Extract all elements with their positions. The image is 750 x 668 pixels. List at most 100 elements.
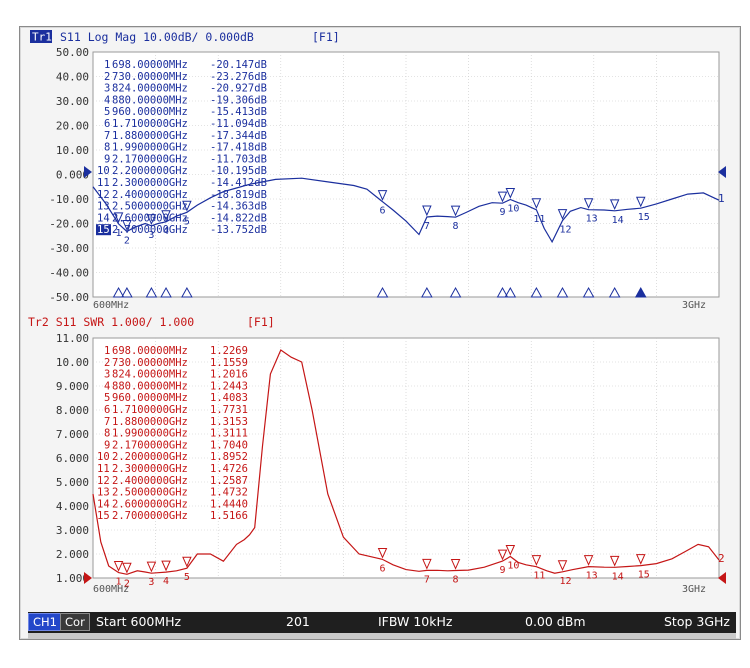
bottom-trace-tag: [F1] (247, 315, 275, 329)
sweep-points[interactable]: 201 (286, 614, 310, 629)
bot-marker-row-value: 1.3111 (210, 428, 248, 440)
bot-marker-row-value: 1.7731 (210, 404, 248, 416)
bot-marker-row-number[interactable]: 8 (104, 428, 110, 440)
top-marker-row-value: -17.418dB (210, 142, 267, 154)
correction-button[interactable]: Cor (60, 613, 90, 631)
bot-y-tick-label: 5.000 (56, 476, 89, 489)
bot-marker-row-number[interactable]: 6 (104, 404, 110, 416)
bot-marker-label-2: 2 (124, 578, 130, 589)
top-marker-label-9: 9 (500, 207, 506, 218)
tr1-badge[interactable]: Tr1 (32, 31, 52, 44)
bot-marker-row-number[interactable]: 1 (104, 345, 110, 357)
top-marker-row-number[interactable]: 4 (104, 94, 110, 106)
channel-button[interactable]: CH1 (28, 613, 62, 631)
bot-marker-label-14: 14 (612, 571, 624, 582)
top-marker-row-value: -17.344dB (210, 130, 267, 142)
top-marker-table: 1 698.00000MHz -20.147dB2 730.00000MHz -23.2… (96, 59, 267, 236)
if-bandwidth[interactable]: IFBW 10kHz (378, 614, 452, 629)
bot-marker-row-frequency: 2.4000000GHz (112, 475, 188, 487)
bottom-trace-title: Tr2 S11 SWR 1.000/ 1.000 (28, 315, 194, 329)
top-marker-row-number[interactable]: 1 (104, 59, 110, 71)
bot-marker-row-number[interactable]: 5 (104, 392, 110, 404)
bot-marker-label-7: 7 (424, 574, 430, 585)
top-y-tick-label: 30.00 (56, 95, 89, 108)
top-marker-row-number[interactable]: 14 (97, 212, 110, 224)
top-marker-label-13: 13 (586, 214, 598, 225)
top-y-tick-label: -50.00 (49, 291, 89, 304)
top-y-tick-label: -10.00 (49, 193, 89, 206)
source-power[interactable]: 0.00 dBm (525, 614, 586, 629)
top-marker-row-frequency: 730.00000MHz (112, 71, 188, 83)
bot-marker-row-number[interactable]: 3 (104, 369, 110, 381)
top-trace-end-label: 1 (718, 192, 725, 205)
top-marker-row-frequency: 2.2000000GHz (112, 165, 188, 177)
top-marker-row-number[interactable]: 11 (97, 177, 110, 189)
top-marker-row-number[interactable]: 5 (104, 106, 110, 118)
bot-y-tick-label: 2.000 (56, 548, 89, 561)
bot-marker-row-number[interactable]: 2 (104, 357, 110, 369)
top-marker-row-number[interactable]: 7 (104, 130, 110, 142)
bot-marker-row-frequency: 2.6000000GHz (112, 498, 188, 510)
top-marker-label-8: 8 (453, 221, 459, 232)
top-marker-label-15: 15 (638, 212, 650, 223)
start-frequency[interactable]: Start 600MHz (96, 614, 181, 629)
bot-marker-row-number[interactable]: 12 (97, 475, 110, 487)
stop-frequency[interactable]: Stop 3GHz (664, 614, 730, 629)
bot-marker-row-value: 1.5166 (210, 510, 248, 522)
bot-marker-row-number[interactable]: 7 (104, 416, 110, 428)
top-marker-label-4: 4 (163, 226, 169, 237)
bot-marker-label-8: 8 (453, 575, 459, 586)
bot-y-tick-label: 8.000 (56, 404, 89, 417)
top-marker-row-number[interactable]: 2 (104, 71, 110, 83)
top-marker-row-frequency: 960.00000MHz (112, 106, 188, 118)
bot-marker-row-frequency: 2.7000000GHz (112, 510, 188, 522)
bot-marker-row-frequency: 1.7100000GHz (112, 404, 188, 416)
bot-marker-label-4: 4 (163, 576, 169, 587)
top-marker-row-frequency: 1.9900000GHz (112, 142, 188, 154)
bot-marker-row-number[interactable]: 10 (97, 451, 110, 463)
top-marker-row-value: -20.927dB (210, 83, 267, 95)
top-marker-row-frequency: 880.00000MHz (112, 94, 188, 106)
top-marker-label-7: 7 (424, 221, 430, 232)
bot-y-tick-label: 4.000 (56, 500, 89, 513)
top-marker-row-value: -11.703dB (210, 153, 267, 165)
bot-marker-row-value: 1.2016 (210, 369, 248, 381)
bottom-marker-table: 1 698.00000MHz 1.22692 730.00000MHz 1.15593 8… (97, 345, 248, 522)
bot-marker-label-1: 1 (116, 577, 122, 588)
bot-marker-row-number[interactable]: 4 (104, 380, 110, 392)
top-marker-row-frequency: 2.3000000GHz (112, 177, 188, 189)
top-marker-label-2: 2 (124, 236, 130, 247)
bot-marker-row-frequency: 2.1700000GHz (112, 439, 188, 451)
top-marker-row-frequency: 1.7100000GHz (112, 118, 188, 130)
bot-marker-row-frequency: 730.00000MHz (112, 357, 188, 369)
top-marker-row-number[interactable]: 10 (97, 165, 110, 177)
top-marker-row-number[interactable]: 9 (104, 153, 110, 165)
bot-marker-row-number[interactable]: 14 (97, 498, 110, 510)
top-marker-row-number[interactable]: 6 (104, 118, 110, 130)
top-marker-row-number[interactable]: 8 (104, 142, 110, 154)
bot-marker-row-value: 1.4440 (210, 498, 248, 510)
bot-marker-row-frequency: 880.00000MHz (112, 380, 188, 392)
bot-marker-label-6: 6 (380, 563, 386, 574)
bot-marker-label-13: 13 (586, 571, 598, 582)
bottom-trace-end-label: 2 (718, 552, 725, 565)
top-marker-row-number[interactable]: 3 (104, 83, 110, 95)
bot-marker-label-10: 10 (507, 561, 519, 572)
lower-status-strip (28, 633, 736, 639)
bot-marker-label-5: 5 (184, 572, 190, 583)
top-marker-row-value: -18.819dB (210, 189, 267, 201)
status-bar: CH1 Cor Start 600MHz 201 IFBW 10kHz 0.00… (28, 612, 736, 633)
bot-marker-row-frequency: 2.2000000GHz (112, 451, 188, 463)
top-marker-label-6: 6 (380, 206, 386, 217)
bot-marker-row-number[interactable]: 13 (97, 487, 110, 499)
bot-marker-row-number[interactable]: 15 (97, 510, 110, 522)
bot-marker-row-number[interactable]: 9 (104, 439, 110, 451)
top-marker-row-number[interactable]: 15 (97, 224, 110, 236)
bot-marker-row-value: 1.8952 (210, 451, 248, 463)
bot-marker-row-number[interactable]: 11 (97, 463, 110, 475)
top-marker-row-value: -13.752dB (210, 224, 267, 236)
top-marker-label-3: 3 (148, 230, 154, 241)
bot-marker-label-3: 3 (148, 577, 154, 588)
bot-marker-row-value: 1.1559 (210, 357, 248, 369)
top-marker-row-frequency: 824.00000MHz (112, 83, 188, 95)
